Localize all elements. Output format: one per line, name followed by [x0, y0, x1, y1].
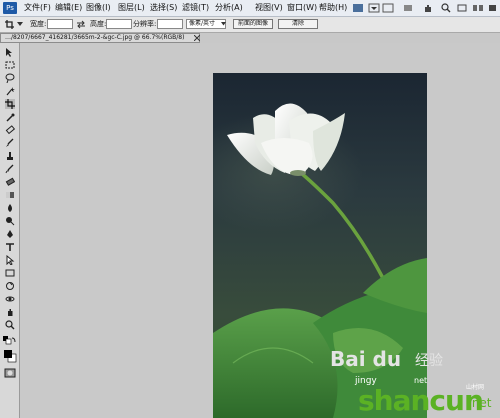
- history-brush-tool-icon[interactable]: [5, 164, 15, 174]
- arrange-documents-icon[interactable]: [472, 2, 484, 14]
- 3d-orbit-tool-icon[interactable]: [5, 294, 15, 304]
- width-label: 宽度:: [30, 20, 47, 28]
- foreground-background-color-swatch[interactable]: [3, 349, 17, 363]
- healing-brush-tool-icon[interactable]: [5, 125, 15, 135]
- menu-image[interactable]: 图像(I): [86, 3, 111, 13]
- shancun-watermark-logo: shancun: [358, 384, 484, 417]
- menu-bar: Ps 文件(F) 编辑(E) 图像(I) 图层(L) 选择(S) 滤镜(T) 分…: [0, 0, 500, 17]
- height-input[interactable]: [106, 19, 132, 29]
- menu-view[interactable]: 视图(V): [255, 3, 283, 13]
- crop-tool-preset-icon[interactable]: [4, 19, 16, 30]
- default-colors-icon[interactable]: [3, 336, 17, 348]
- menu-layer[interactable]: 图层(L): [118, 3, 145, 13]
- swap-dimensions-icon[interactable]: [76, 20, 86, 29]
- eraser-tool-icon[interactable]: [5, 177, 15, 187]
- shape-tool-icon[interactable]: [5, 268, 15, 278]
- clone-stamp-tool-icon[interactable]: [5, 151, 15, 161]
- shancun-net-watermark: .net: [468, 396, 492, 410]
- baidu-watermark-logo: Bai du: [330, 347, 402, 371]
- dodge-tool-icon[interactable]: [5, 216, 15, 226]
- front-image-button[interactable]: 前面的图像: [233, 19, 273, 29]
- type-tool-icon[interactable]: [5, 242, 15, 252]
- eyedropper-tool-icon[interactable]: [5, 112, 15, 122]
- workspace-icon[interactable]: [402, 2, 414, 14]
- bridge-icon[interactable]: [352, 2, 364, 14]
- pen-tool-icon[interactable]: [5, 229, 15, 239]
- menu-help[interactable]: 帮助(H): [319, 3, 347, 13]
- height-label: 高度:: [90, 20, 107, 28]
- menu-filter[interactable]: 滤镜(T): [182, 3, 209, 13]
- photoshop-logo-icon[interactable]: Ps: [3, 2, 17, 14]
- marquee-tool-icon[interactable]: [5, 60, 15, 70]
- menu-select[interactable]: 选择(S): [150, 3, 177, 13]
- clear-button[interactable]: 清除: [278, 19, 318, 29]
- gradient-tool-icon[interactable]: [5, 190, 15, 200]
- magic-wand-tool-icon[interactable]: [5, 86, 15, 96]
- tools-panel: [0, 43, 20, 418]
- blur-tool-icon[interactable]: [5, 203, 15, 213]
- preset-chevron-down-icon[interactable]: [17, 22, 23, 27]
- menu-window[interactable]: 窗口(W): [287, 3, 317, 13]
- zoom-tool-icon[interactable]: [440, 2, 452, 14]
- options-bar: 宽度: 高度: 分辨率: 像素/英寸 前面的图像 清除: [0, 17, 500, 33]
- view-extras-icon[interactable]: [382, 2, 394, 14]
- width-input[interactable]: [47, 19, 73, 29]
- document-tab-title: …/8207/6667_416281/3665m-2-&gc-C.jpg @ 6…: [5, 34, 185, 41]
- shancun-site-label: 山村网: [466, 384, 485, 391]
- document-tab[interactable]: …/8207/6667_416281/3665m-2-&gc-C.jpg @ 6…: [0, 33, 200, 43]
- screen-mode-icon[interactable]: [488, 2, 498, 14]
- path-selection-tool-icon[interactable]: [5, 255, 15, 265]
- quick-mask-icon[interactable]: [4, 368, 16, 378]
- close-icon[interactable]: [194, 35, 200, 41]
- crop-tool-icon[interactable]: [5, 99, 15, 109]
- resolution-unit-select[interactable]: 像素/英寸: [186, 19, 226, 29]
- rotate-view-icon[interactable]: [456, 2, 468, 14]
- hand-tool-icon[interactable]: [422, 2, 434, 14]
- resolution-input[interactable]: [157, 19, 183, 29]
- dropdown-icon[interactable]: [368, 2, 380, 14]
- brush-tool-icon[interactable]: [5, 138, 15, 148]
- unit-chevron-down-icon: [221, 22, 226, 26]
- resolution-unit-value: 像素/英寸: [189, 20, 216, 27]
- menu-analysis[interactable]: 分析(A): [215, 3, 243, 13]
- menu-edit[interactable]: 编辑(E): [55, 3, 82, 13]
- 3d-rotate-tool-icon[interactable]: [5, 281, 15, 291]
- menu-file[interactable]: 文件(F): [24, 3, 51, 13]
- move-tool-icon[interactable]: [5, 47, 15, 57]
- zoom-tool-icon[interactable]: [5, 320, 15, 330]
- hand-tool-icon[interactable]: [5, 307, 15, 317]
- resolution-label: 分辨率:: [133, 20, 157, 28]
- lasso-tool-icon[interactable]: [5, 73, 15, 83]
- baidu-jingyan-watermark: 经验: [415, 353, 443, 369]
